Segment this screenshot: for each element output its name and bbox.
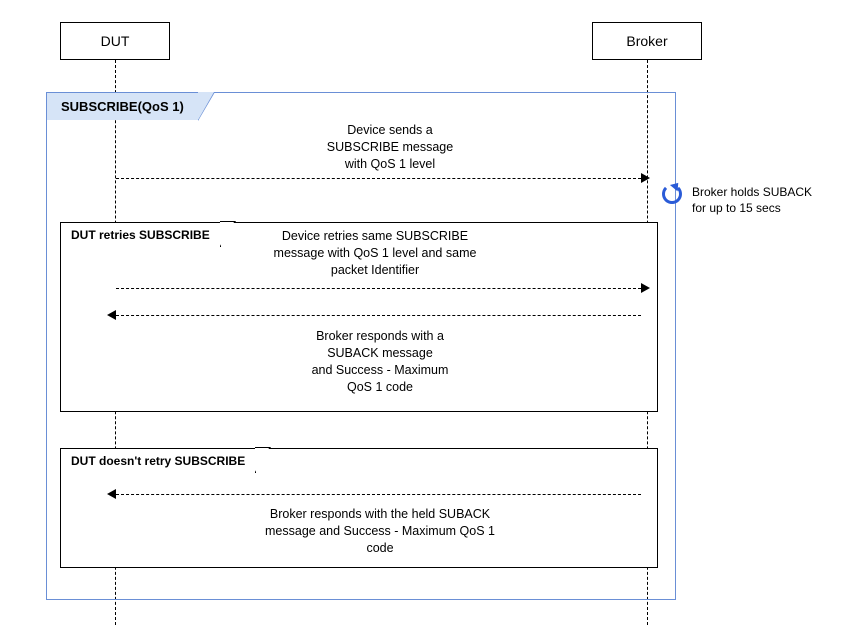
note-broker-holds: Broker holds SUBACK for up to 15 secs <box>692 184 842 216</box>
arrowhead-suback-retry <box>107 310 116 320</box>
actor-dut: DUT <box>60 22 170 60</box>
frame-subscribe-qos1-label: SUBSCRIBE(QoS 1) <box>46 92 199 120</box>
arrow-suback-noretry <box>116 494 641 495</box>
arrowhead-retry-subscribe <box>641 283 650 293</box>
msg-suback-retry: Broker responds with a SUBACK message an… <box>250 328 510 396</box>
msg-subscribe-send: Device sends a SUBSCRIBE message with Qo… <box>280 122 500 173</box>
arrow-retry-subscribe <box>116 288 641 289</box>
arrowhead-subscribe-send <box>641 173 650 183</box>
msg-suback-noretry: Broker responds with the held SUBACK mes… <box>220 506 540 557</box>
wait-icon <box>662 184 682 204</box>
frame-dut-noretry-label: DUT doesn't retry SUBSCRIBE <box>60 448 256 473</box>
arrow-suback-retry <box>116 315 641 316</box>
msg-retry-subscribe: Device retries same SUBSCRIBE message wi… <box>220 228 530 279</box>
sequence-diagram: DUT Broker SUBSCRIBE(QoS 1) Device sends… <box>0 0 857 635</box>
frame-dut-retries-label: DUT retries SUBSCRIBE <box>60 222 221 247</box>
arrow-subscribe-send <box>116 178 641 179</box>
actor-broker: Broker <box>592 22 702 60</box>
arrowhead-suback-noretry <box>107 489 116 499</box>
